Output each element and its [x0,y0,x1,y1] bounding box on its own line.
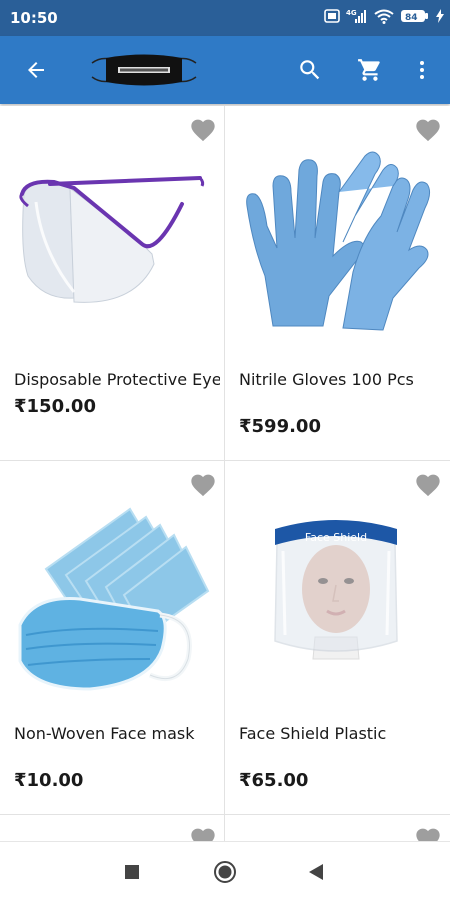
product-card[interactable]: Disposable Protective Eye ₹150.00 [0,106,224,460]
charging-icon [436,9,444,23]
cart-icon [358,59,380,81]
product-price: ₹65.00 [239,770,309,791]
overflow-menu-button[interactable] [400,48,444,92]
back-button[interactable] [14,48,58,92]
product-card[interactable] [225,815,450,841]
product-card[interactable]: Nitrile Gloves 100 Pcs ₹599.00 [225,106,450,460]
signal-icon: 4G [346,9,366,23]
network-label: 4G [346,9,357,17]
product-card[interactable]: Non-Woven Face mask ₹10.00 [0,461,224,814]
product-title: Disposable Protective Eye [14,370,220,389]
face-mask-image [18,507,210,691]
product-price: ₹10.00 [14,770,84,791]
product-grid: Disposable Protective Eye ₹150.00 Nitril… [0,106,450,841]
heart-icon[interactable] [189,116,217,142]
arrow-left-icon [28,62,44,78]
more-vert-icon [420,61,424,79]
heart-icon[interactable] [414,825,442,841]
home-button[interactable] [207,854,243,890]
recent-apps-button[interactable] [114,854,150,890]
product-title: Nitrile Gloves 100 Pcs [239,370,414,389]
shield-band-label: Face Shield [305,531,367,544]
heart-icon[interactable] [189,825,217,841]
status-time: 10:50 [10,9,58,27]
circle-icon [214,861,236,883]
heart-icon[interactable] [189,471,217,497]
product-price: ₹150.00 [14,396,96,417]
product-title: Face Shield Plastic [239,724,387,743]
battery-icon: 84 [401,10,428,23]
nav-back-button[interactable] [298,854,334,890]
eye-shield-image [19,176,205,303]
product-card[interactable] [0,815,224,841]
system-nav-bar [0,841,450,901]
heart-icon[interactable] [414,116,442,142]
battery-level: 84 [405,13,418,23]
wifi-icon [374,9,394,24]
face-shield-image: Face Shield [274,520,398,660]
product-card[interactable]: Face Shield Face Shield Plastic ₹65.00 [225,461,450,814]
product-price: ₹599.00 [239,416,321,437]
search-button[interactable] [288,48,332,92]
cart-button[interactable] [348,48,392,92]
heart-icon[interactable] [414,471,442,497]
status-icons: 4G 84 [324,8,444,24]
app-bar [0,36,450,104]
face-mask-logo[interactable] [90,53,198,87]
status-bar: 10:50 4G 84 [0,0,450,36]
search-icon [300,60,320,80]
notification-icon [324,9,340,23]
triangle-back-icon [309,864,323,880]
product-title: Non-Woven Face mask [14,724,195,743]
nitrile-gloves-image [246,151,431,331]
square-icon [125,865,139,879]
